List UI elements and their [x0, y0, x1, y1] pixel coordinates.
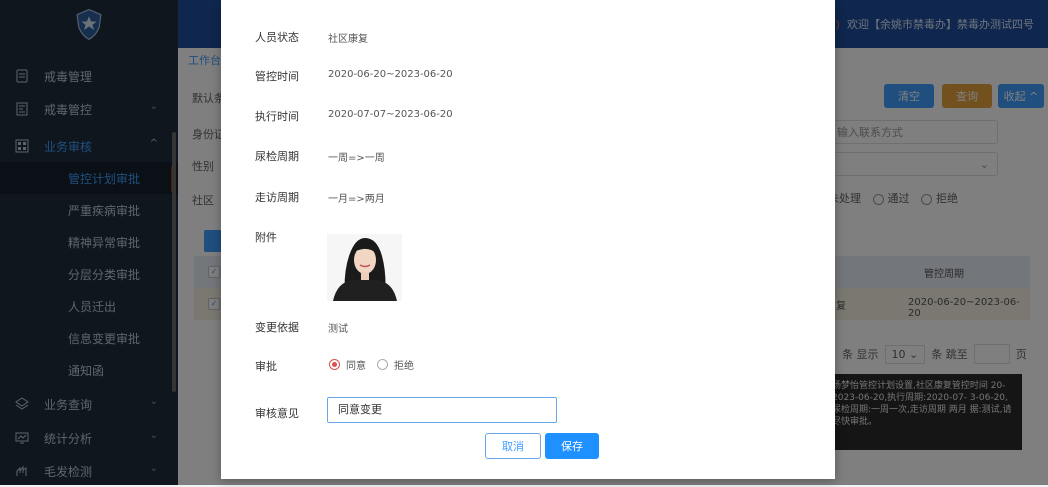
approve-option-label: 同意 — [346, 361, 366, 372]
visit-period-label: 走访周期 — [255, 191, 299, 204]
change-basis-label: 变更依据 — [255, 321, 299, 334]
attachment-label: 附件 — [255, 231, 277, 244]
control-time-value: 2020-06-20~2023-06-20 — [328, 69, 453, 80]
reject-radio[interactable]: 拒绝 — [377, 357, 414, 372]
cancel-button[interactable]: 取消 — [485, 433, 541, 459]
execution-time-label: 执行时间 — [255, 110, 299, 123]
change-basis-value: 测试 — [328, 324, 348, 335]
control-time-label: 管控时间 — [255, 70, 299, 83]
person-status-value: 社区康复 — [328, 34, 368, 45]
review-opinion-label: 审核意见 — [255, 407, 299, 420]
urine-test-period-label: 尿检周期 — [255, 150, 299, 163]
person-photo-icon — [327, 234, 402, 301]
attachment-photo[interactable] — [327, 234, 402, 301]
visit-period-value: 一月=>两月 — [328, 194, 385, 205]
execution-time-value: 2020-07-07~2023-06-20 — [328, 109, 453, 120]
approval-dialog: 人员状态 社区康复 管控时间 2020-06-20~2023-06-20 执行时… — [221, 0, 835, 479]
review-opinion-input[interactable]: 同意变更 — [327, 397, 557, 423]
save-button[interactable]: 保存 — [545, 433, 599, 459]
approve-radio[interactable]: 同意 — [329, 357, 366, 372]
radio-unselected-icon[interactable] — [377, 359, 388, 370]
urine-test-period-value: 一周=>一周 — [328, 153, 385, 164]
approval-label: 审批 — [255, 360, 277, 373]
reject-option-label: 拒绝 — [394, 361, 414, 372]
radio-selected-icon[interactable] — [329, 359, 340, 370]
person-status-label: 人员状态 — [255, 31, 299, 44]
